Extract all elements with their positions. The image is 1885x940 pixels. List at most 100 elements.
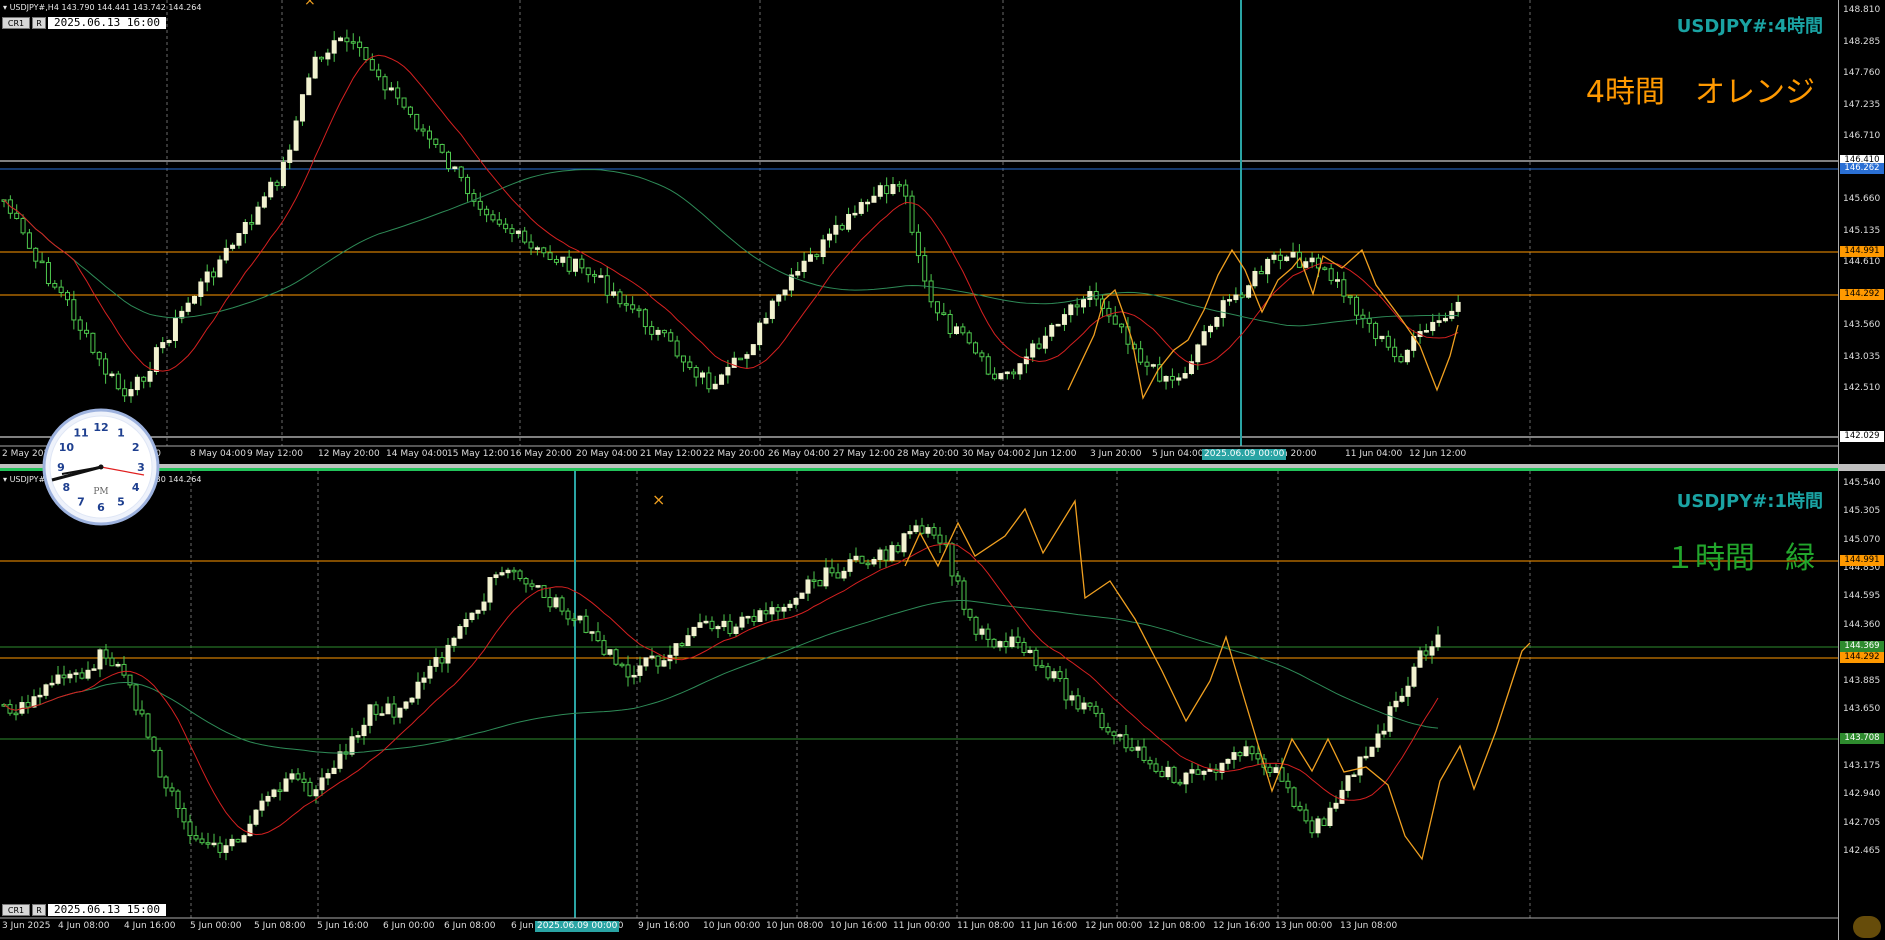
h1-chart-pane[interactable]: ⨯ ▾ USDJPY#,H1 143.990 144.330 144.230 1… [0, 471, 1885, 940]
candle-body [1227, 299, 1233, 302]
candle-body [829, 567, 835, 574]
candle-body [157, 749, 163, 778]
candle-body [1011, 371, 1017, 375]
candle-body [811, 579, 817, 582]
candle-body [1243, 746, 1249, 757]
candle-body [1099, 712, 1105, 729]
clock-number: 12 [93, 421, 108, 434]
candle-body [928, 280, 934, 303]
candle-body [385, 703, 391, 715]
candle-body [217, 842, 223, 853]
r-button[interactable]: R [32, 904, 46, 916]
candle-body [895, 545, 901, 553]
candle-body [127, 674, 133, 686]
h4-price-axis[interactable]: 148.810148.285147.760147.235146.710146.1… [1838, 0, 1885, 464]
candle-body [1135, 746, 1141, 751]
candle-body [433, 138, 439, 145]
h1-price-axis[interactable]: 145.540 145.305 145.070 144.830 144.595 144.3… [1838, 471, 1885, 940]
candle-body [547, 252, 553, 260]
h4-symbol-line: USDJPY#,H4 143.790 144.441 143.742 144.2… [9, 3, 202, 12]
zigzag-indicator-line [904, 499, 1531, 861]
candle-body [204, 271, 210, 283]
dropdown-triangle-icon[interactable]: ▾ [3, 475, 7, 484]
candle-body [1363, 755, 1369, 759]
candle-body [727, 620, 733, 634]
candle-body [445, 644, 451, 664]
candle-body [744, 354, 750, 359]
price-tick-label: 145.305 [1843, 506, 1881, 517]
time-axis-label: 10 Jun 16:00 [830, 921, 888, 931]
candle-body [1111, 731, 1117, 737]
candle-body [619, 663, 625, 667]
candle-body [907, 531, 913, 535]
r-button[interactable]: R [32, 17, 46, 29]
cr1-button[interactable]: CR1 [2, 904, 30, 916]
h4-date-box: 2025.06.13 16:00 [48, 17, 166, 29]
cr1-button[interactable]: CR1 [2, 17, 30, 29]
clock-number: 6 [97, 501, 105, 514]
price-tick-label: 147.760 [1843, 68, 1881, 78]
candle-body [738, 357, 744, 361]
candle-body [1171, 766, 1177, 783]
h1-chart-canvas[interactable]: ⨯ [0, 471, 1838, 940]
time-axis-label: 15 May 12:00 [447, 449, 509, 459]
candle-body [775, 607, 781, 612]
time-axis-label: 10 Jun 00:00 [703, 921, 761, 931]
candle-body [1303, 261, 1309, 268]
candle-body [49, 682, 55, 686]
candle-body [369, 59, 375, 71]
clock-number: 10 [59, 441, 75, 454]
time-axis-label: 12 May 20:00 [318, 449, 380, 459]
price-tick-label: 142.940 [1843, 789, 1881, 800]
candle-body [253, 809, 259, 825]
time-axis-label: 12 Jun 00:00 [1085, 921, 1143, 931]
candle-body [79, 672, 85, 679]
candle-body [687, 361, 693, 369]
price-tick-label: 144.595 [1843, 591, 1881, 602]
candle-body [611, 291, 617, 296]
candle-body [1442, 317, 1448, 322]
candle-body [661, 329, 667, 334]
candle-body [931, 527, 937, 536]
candle-body [133, 684, 139, 711]
price-tick-label: 147.235 [1843, 99, 1881, 110]
candle-body [1375, 733, 1381, 748]
candle-body [515, 230, 521, 234]
h4-chart-canvas[interactable]: ⨯ [0, 0, 1838, 464]
candle-body [463, 619, 469, 628]
clock-number: 11 [73, 426, 88, 439]
h4-chart-pane[interactable]: ⨯ ▾ USDJPY#,H4 143.790 144.441 143.742 1… [0, 0, 1885, 464]
candle-body [565, 610, 571, 620]
candle-body [751, 615, 757, 623]
candle-body [1087, 702, 1093, 707]
candle-body [733, 626, 739, 634]
candle-body [1033, 649, 1039, 667]
candle-body [1119, 323, 1125, 328]
candle-body [973, 616, 979, 635]
candle-body [853, 555, 859, 561]
candle-body [169, 787, 175, 792]
candle-body [355, 735, 361, 738]
candle-body [452, 166, 458, 170]
candle-body [823, 567, 829, 587]
pane-separator[interactable] [0, 464, 1885, 471]
candle-body [715, 626, 721, 630]
candle-body [1284, 256, 1290, 261]
candle-body [109, 373, 115, 377]
candle-body [1373, 322, 1379, 340]
candle-body [795, 270, 801, 276]
time-axis-label: 5 Jun 00:00 [190, 921, 242, 931]
candle-body [534, 247, 540, 250]
time-axis-label: 14 May 04:00 [386, 449, 448, 459]
candle-body [979, 628, 985, 635]
dropdown-triangle-icon[interactable]: ▾ [3, 3, 7, 12]
candle-body [475, 609, 481, 614]
candle-body [1003, 641, 1009, 647]
candle-body [414, 113, 420, 130]
clock-number: 8 [63, 481, 71, 494]
candle-body [493, 574, 499, 579]
candle-body [401, 97, 407, 108]
time-axis-label: 12 Jun 16:00 [1213, 921, 1271, 931]
candle-body [1231, 752, 1237, 760]
candle-body [121, 663, 127, 676]
